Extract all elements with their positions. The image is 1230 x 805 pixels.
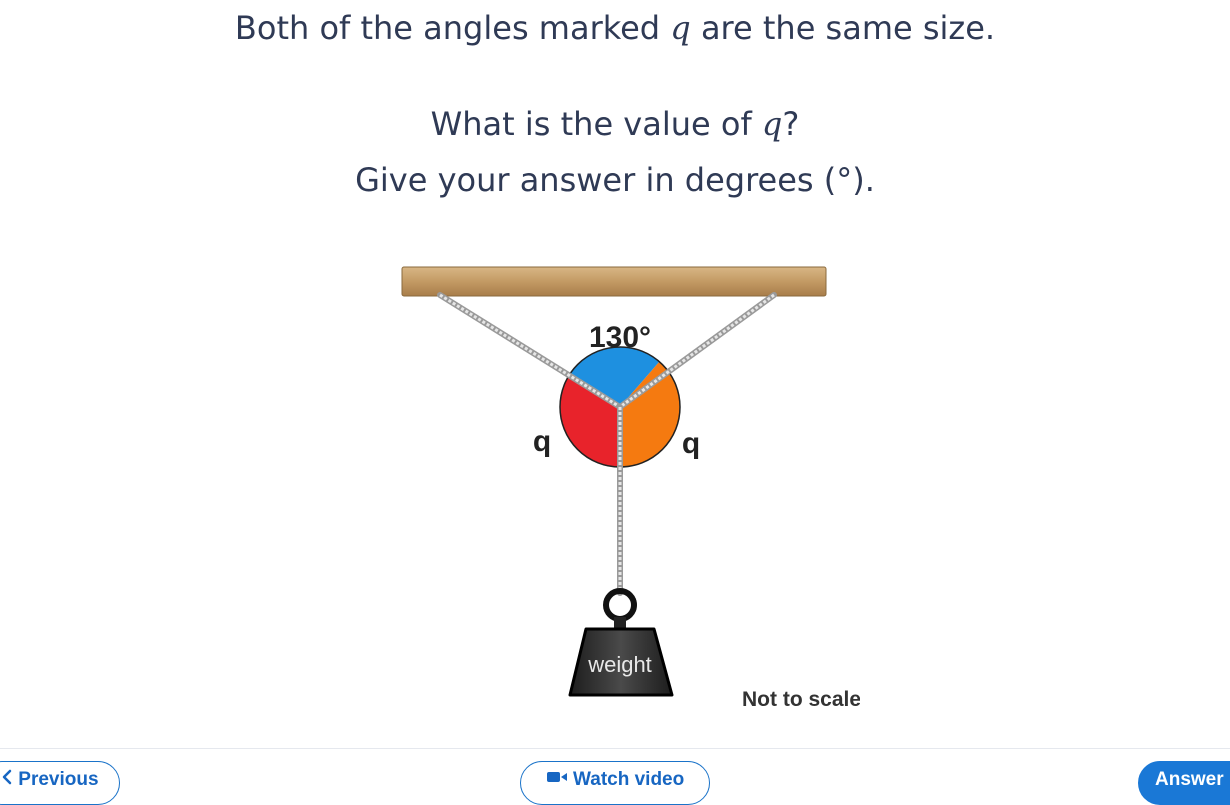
left-angle-label: q (533, 425, 551, 458)
variable-q: q (761, 105, 783, 143)
wooden-beam (401, 266, 827, 297)
previous-button[interactable]: Previous (0, 761, 120, 805)
question-text: What is the value of (430, 105, 762, 143)
chevron-left-icon (1, 762, 13, 798)
question-line-1: Both of the angles marked q are the same… (0, 8, 1230, 48)
hanging-weight-diagram: 130° q q weight Not to scale (401, 266, 860, 711)
watch-video-label: Watch video (573, 769, 685, 791)
question-text: are the same size. (690, 9, 996, 47)
question-line-3: Give your answer in degrees (°). (0, 160, 1230, 200)
top-angle-label: 130° (589, 321, 651, 354)
right-angle-label: q (682, 427, 700, 460)
question-text: ? (782, 105, 800, 143)
weight: weight (568, 588, 674, 697)
question-text: . (864, 161, 875, 199)
video-camera-icon (546, 762, 568, 798)
variable-q: q (670, 9, 691, 47)
question-text: Give your answer in degrees (355, 161, 824, 199)
previous-label: Previous (18, 769, 99, 791)
question-line-2: What is the value of q? (0, 104, 1230, 144)
answer-button[interactable]: Answer (1138, 761, 1230, 805)
not-to-scale-note: Not to scale (742, 688, 860, 711)
watch-video-button[interactable]: Watch video (520, 761, 710, 805)
answer-label: Answer (1155, 769, 1224, 790)
weight-label: weight (587, 652, 652, 677)
degree-unit: (°) (823, 161, 865, 199)
question-text: Both of the angles marked (234, 9, 671, 47)
